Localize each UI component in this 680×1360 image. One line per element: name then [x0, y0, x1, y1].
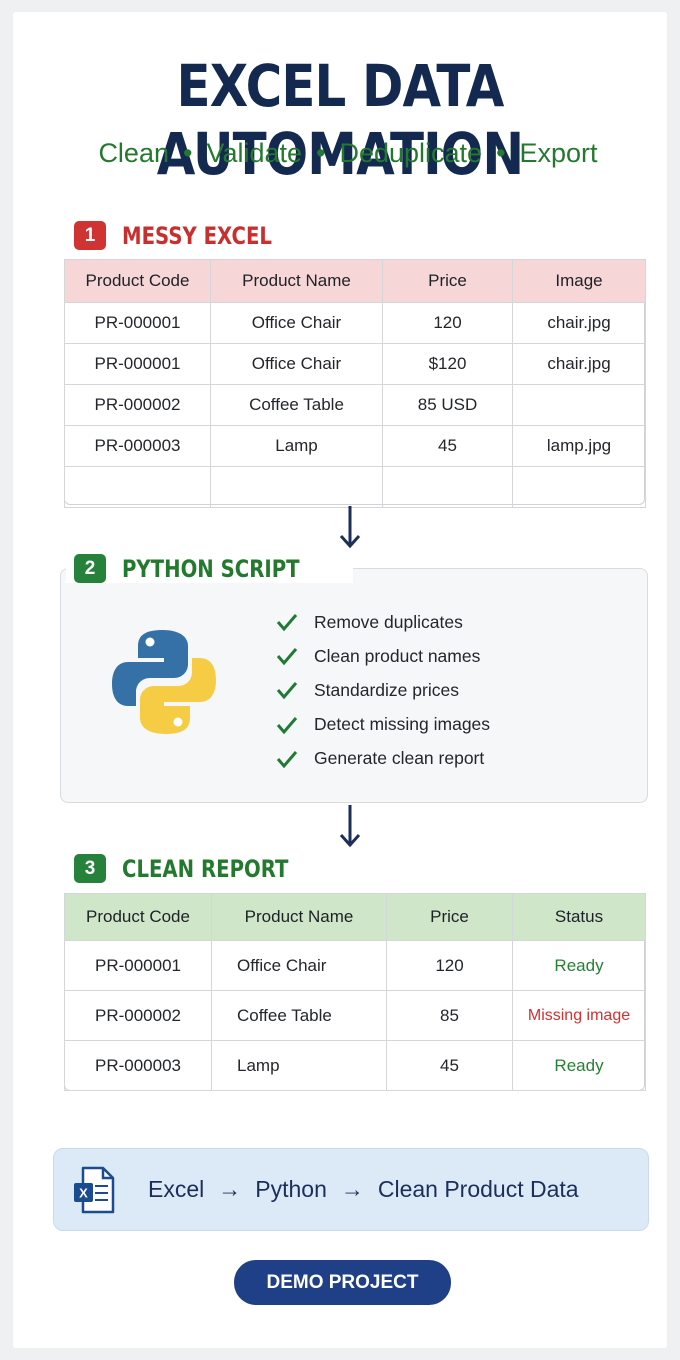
check-icon [276, 648, 298, 666]
table-cell: Office Chair [210, 302, 383, 344]
table-row: PR-000003 Lamp 45 Ready [64, 1040, 646, 1091]
table-cell: Office Chair [211, 940, 387, 991]
table-cell: PR-000001 [64, 302, 211, 344]
table-cell [210, 466, 383, 508]
list-item: Remove duplicates [276, 605, 490, 639]
flow-step: Python [255, 1176, 327, 1202]
step-label: Generate clean report [314, 748, 485, 769]
list-item: Generate clean report [276, 742, 490, 776]
column-header: Status [512, 893, 646, 941]
table-cell: 45 [382, 425, 513, 467]
table-cell [382, 466, 513, 508]
check-icon [276, 750, 298, 769]
list-item: Detect missing images [276, 708, 490, 742]
step-label: Standardize prices [314, 679, 459, 700]
table-row: PR-000002 Coffee Table 85 Missing image [64, 990, 646, 1041]
column-header: Image [512, 259, 646, 303]
status-badge: Missing image [512, 990, 646, 1041]
check-icon [276, 716, 298, 734]
workflow-text: Excel → Python → Clean Product Data [148, 1176, 579, 1203]
step-label: Clean product names [314, 645, 481, 666]
step-deduplicate: Deduplicate [339, 138, 483, 168]
table-cell: PR-000002 [64, 384, 211, 426]
table-cell: PR-000001 [64, 940, 212, 991]
table-header-row: Product Code Product Name Price Image [64, 259, 646, 303]
table-cell: Coffee Table [211, 990, 387, 1041]
messy-table: Product Code Product Name Price Image PR… [64, 259, 646, 508]
separator-dot: • [316, 138, 326, 168]
python-logo-icon [112, 630, 216, 734]
separator-dot: • [496, 138, 506, 168]
flow-arrow: → [218, 1176, 242, 1202]
list-item: Clean product names [276, 639, 490, 673]
section-title: PYTHON SCRIPT [122, 554, 300, 583]
list-item: Standardize prices [276, 673, 490, 707]
step-label: Detect missing images [314, 714, 491, 735]
separator-dot: • [182, 138, 193, 168]
table-cell: PR-000003 [64, 1040, 212, 1091]
flow-step: Excel [148, 1176, 205, 1202]
section-clean-header: 3 CLEAN REPORT [74, 854, 325, 883]
section-script-header: 2 PYTHON SCRIPT [66, 554, 353, 583]
svg-text:X: X [79, 1186, 88, 1201]
table-row: PR-000001 Office Chair $120 chair.jpg [64, 343, 646, 385]
table-cell: 120 [386, 940, 513, 991]
arrow-down-icon [339, 805, 361, 848]
table-cell: $120 [382, 343, 513, 385]
step-export: Export [519, 138, 598, 168]
section-messy-header: 1 MESSY EXCEL [74, 221, 305, 250]
column-header: Price [386, 893, 513, 941]
table-cell: PR-000001 [64, 343, 211, 385]
table-cell: PR-000003 [64, 425, 211, 467]
table-cell: chair.jpg [512, 302, 646, 344]
table-cell: 85 USD [382, 384, 513, 426]
arrow-down-icon [339, 506, 361, 549]
section-title: MESSY EXCEL [122, 221, 272, 250]
table-cell [512, 466, 646, 508]
flow-step: Clean Product Data [377, 1176, 579, 1202]
table-cell: lamp.jpg [512, 425, 646, 467]
table-cell: Lamp [210, 425, 383, 467]
table-cell: 120 [382, 302, 513, 344]
section-title: CLEAN REPORT [122, 854, 289, 883]
step-label: Remove duplicates [314, 611, 463, 632]
table-cell [512, 384, 646, 426]
column-header: Price [382, 259, 513, 303]
section-number-badge: 1 [74, 221, 106, 250]
status-badge: Ready [512, 940, 646, 991]
table-row: PR-000001 Office Chair 120 chair.jpg [64, 302, 646, 344]
check-icon [276, 614, 298, 632]
table-row: PR-000002 Coffee Table 85 USD [64, 384, 646, 426]
table-cell [64, 466, 211, 508]
table-cell: PR-000002 [64, 990, 212, 1041]
step-validate: Validate [206, 138, 303, 168]
table-row: PR-000003 Lamp 45 lamp.jpg [64, 425, 646, 467]
table-cell: chair.jpg [512, 343, 646, 385]
column-header: Product Code [64, 259, 211, 303]
column-header: Product Name [211, 893, 387, 941]
table-row [64, 466, 646, 508]
check-icon [276, 682, 298, 700]
script-steps-list: Remove duplicates Clean product names St… [276, 605, 490, 776]
table-cell: Lamp [211, 1040, 387, 1091]
step-clean: Clean [98, 138, 169, 168]
table-cell: 45 [386, 1040, 513, 1091]
subtitle-steps: Clean • Validate • Deduplicate • Export [0, 138, 680, 169]
flow-arrow: → [340, 1176, 364, 1202]
section-number-badge: 2 [74, 554, 106, 583]
demo-project-button[interactable]: DEMO PROJECT [234, 1260, 451, 1305]
column-header: Product Code [64, 893, 212, 941]
table-cell: 85 [386, 990, 513, 1041]
section-number-badge: 3 [74, 854, 106, 883]
excel-file-icon: X [74, 1166, 115, 1214]
table-row: PR-000001 Office Chair 120 Ready [64, 940, 646, 991]
column-header: Product Name [210, 259, 383, 303]
table-header-row: Product Code Product Name Price Status [64, 893, 646, 941]
table-cell: Coffee Table [210, 384, 383, 426]
table-cell: Office Chair [210, 343, 383, 385]
status-badge: Ready [512, 1040, 646, 1091]
clean-table: Product Code Product Name Price Status P… [64, 893, 646, 1091]
